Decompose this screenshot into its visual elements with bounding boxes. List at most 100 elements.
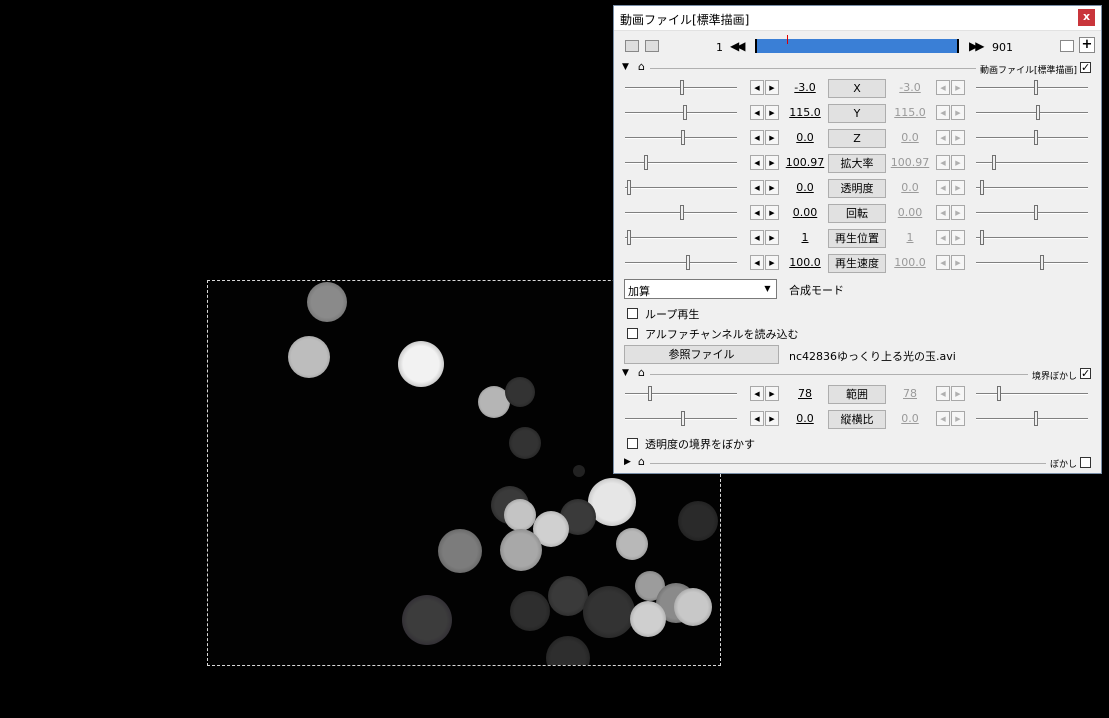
parameter-spinner-right[interactable]: ◀ ▶ (936, 105, 966, 121)
arrow-right-icon[interactable]: ▶ (951, 386, 965, 401)
parameter-slider-right[interactable] (976, 103, 1088, 123)
arrow-right-icon[interactable]: ▶ (951, 180, 965, 195)
loop-label[interactable]: ループ再生 (645, 306, 699, 322)
parameter-spinner-left[interactable]: ◀ ▶ (750, 105, 780, 121)
arrow-left-icon[interactable]: ◀ (750, 155, 764, 170)
blend-mode-dropdown[interactable]: 加算 ▼ (624, 279, 777, 299)
collapse-triangle-icon[interactable]: ▼ (622, 368, 629, 378)
arrow-left-icon[interactable]: ◀ (936, 411, 950, 426)
parameter-spinner-left[interactable]: ◀ ▶ (750, 205, 780, 221)
slider-thumb[interactable] (627, 230, 631, 245)
loop-checkbox[interactable] (627, 308, 638, 319)
slider-thumb[interactable] (1040, 255, 1044, 270)
arrow-right-icon[interactable]: ▶ (951, 411, 965, 426)
parameter-start-value[interactable]: 115.0 (781, 106, 829, 119)
parameter-end-value[interactable]: 0.0 (886, 412, 934, 425)
transparent-edge-label[interactable]: 透明度の境界をぼかす (645, 436, 755, 452)
arrow-left-icon[interactable]: ◀ (750, 205, 764, 220)
parameter-button[interactable]: 縦横比 (828, 410, 886, 429)
parameter-start-value[interactable]: 0.0 (781, 412, 829, 425)
parameter-start-value[interactable]: 0.0 (781, 181, 829, 194)
parameter-slider-left[interactable] (625, 384, 737, 404)
parameter-button[interactable]: 再生速度 (828, 254, 886, 273)
arrow-right-icon[interactable]: ▶ (951, 130, 965, 145)
camera-control-icon[interactable] (625, 40, 639, 52)
parameter-slider-left[interactable] (625, 253, 737, 273)
parameter-start-value[interactable]: -3.0 (781, 81, 829, 94)
arrow-left-icon[interactable]: ◀ (750, 255, 764, 270)
parameter-slider-right[interactable] (976, 203, 1088, 223)
slider-thumb[interactable] (681, 411, 685, 426)
alpha-checkbox[interactable] (627, 328, 638, 339)
parameter-start-value[interactable]: 0.00 (781, 206, 829, 219)
parameter-end-value[interactable]: 100.0 (886, 256, 934, 269)
arrow-left-icon[interactable]: ◀ (936, 255, 950, 270)
parameter-slider-left[interactable] (625, 228, 737, 248)
close-button[interactable]: x (1078, 9, 1095, 26)
parameter-spinner-right[interactable]: ◀ ▶ (936, 80, 966, 96)
slider-thumb[interactable] (648, 386, 652, 401)
arrow-left-icon[interactable]: ◀ (750, 230, 764, 245)
video-enable-checkbox[interactable] (1080, 62, 1091, 73)
arrow-left-icon[interactable]: ◀ (936, 155, 950, 170)
parameter-button[interactable]: Y (828, 104, 886, 123)
arrow-right-icon[interactable]: ▶ (951, 205, 965, 220)
arrow-left-icon[interactable]: ◀ (750, 180, 764, 195)
parameter-end-value[interactable]: 0.00 (886, 206, 934, 219)
parameter-button[interactable]: 拡大率 (828, 154, 886, 173)
parameter-start-value[interactable]: 78 (781, 387, 829, 400)
parameter-button[interactable]: 透明度 (828, 179, 886, 198)
parameter-start-value[interactable]: 1 (781, 231, 829, 244)
parameter-slider-left[interactable] (625, 178, 737, 198)
parameter-slider-left[interactable] (625, 203, 737, 223)
parameter-start-value[interactable]: 100.97 (781, 156, 829, 169)
arrow-left-icon[interactable]: ◀ (750, 130, 764, 145)
slider-thumb[interactable] (686, 255, 690, 270)
arrow-right-icon[interactable]: ▶ (951, 255, 965, 270)
slider-thumb[interactable] (1036, 105, 1040, 120)
slider-thumb[interactable] (680, 80, 684, 95)
slider-thumb[interactable] (1034, 130, 1038, 145)
parameter-spinner-right[interactable]: ◀ ▶ (936, 230, 966, 246)
arrow-right-icon[interactable]: ▶ (765, 230, 779, 245)
parameter-spinner-right[interactable]: ◀ ▶ (936, 180, 966, 196)
slider-thumb[interactable] (644, 155, 648, 170)
parameter-end-value[interactable]: 1 (886, 231, 934, 244)
parameter-button[interactable]: 回転 (828, 204, 886, 223)
parameter-spinner-right[interactable]: ◀ ▶ (936, 386, 966, 402)
parameter-button[interactable]: 再生位置 (828, 229, 886, 248)
arrow-right-icon[interactable]: ▶ (765, 411, 779, 426)
arrow-left-icon[interactable]: ◀ (750, 386, 764, 401)
arrow-right-icon[interactable]: ▶ (765, 80, 779, 95)
arrow-left-icon[interactable]: ◀ (936, 180, 950, 195)
parameter-slider-right[interactable] (976, 78, 1088, 98)
arrow-right-icon[interactable]: ▶ (765, 180, 779, 195)
clip-icon[interactable] (645, 40, 659, 52)
parameter-spinner-left[interactable]: ◀ ▶ (750, 255, 780, 271)
parameter-spinner-left[interactable]: ◀ ▶ (750, 130, 780, 146)
transparent-edge-checkbox[interactable] (627, 438, 638, 449)
parameter-button[interactable]: Z (828, 129, 886, 148)
chevron-down-icon[interactable]: ▼ (761, 282, 774, 296)
rewind-icon[interactable]: ◀◀ (730, 39, 746, 53)
arrow-right-icon[interactable]: ▶ (765, 105, 779, 120)
arrow-left-icon[interactable]: ◀ (936, 130, 950, 145)
parameter-spinner-right[interactable]: ◀ ▶ (936, 205, 966, 221)
fast-forward-icon[interactable]: ▶▶ (969, 39, 985, 53)
arrow-left-icon[interactable]: ◀ (936, 205, 950, 220)
parameter-slider-right[interactable] (976, 253, 1088, 273)
alpha-label[interactable]: アルファチャンネルを読み込む (645, 326, 799, 342)
arrow-right-icon[interactable]: ▶ (765, 130, 779, 145)
parameter-end-value[interactable]: -3.0 (886, 81, 934, 94)
expand-triangle-icon[interactable]: ▶ (624, 457, 631, 467)
slider-thumb[interactable] (1034, 80, 1038, 95)
arrow-left-icon[interactable]: ◀ (750, 411, 764, 426)
timeline-playhead[interactable] (787, 35, 788, 44)
slider-thumb[interactable] (980, 180, 984, 195)
link-icon[interactable] (1060, 40, 1074, 52)
parameter-spinner-right[interactable]: ◀ ▶ (936, 255, 966, 271)
slider-thumb[interactable] (1034, 411, 1038, 426)
parameter-slider-right[interactable] (976, 228, 1088, 248)
arrow-right-icon[interactable]: ▶ (951, 80, 965, 95)
reference-file-button[interactable]: 参照ファイル (624, 345, 779, 364)
